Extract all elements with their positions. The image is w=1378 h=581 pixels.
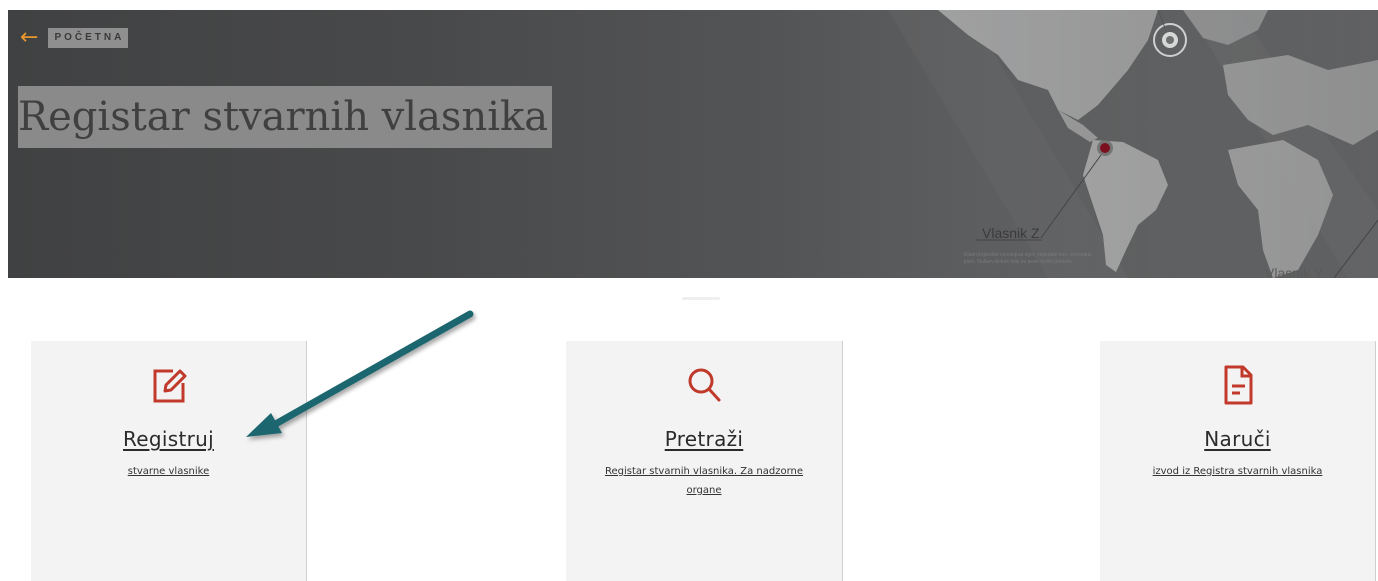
card-title-link[interactable]: Naruči xyxy=(1100,427,1375,451)
hero-banner: ← POČETNA Registar stvarnih vlasnika Vla… xyxy=(8,10,1378,278)
card-pretrazi[interactable]: Pretraži Registar stvarnih vlasnika. Za … xyxy=(566,341,843,581)
card-title-link[interactable]: Registruj xyxy=(31,427,306,451)
card-naruci[interactable]: Naruči izvod iz Registra stvarnih vlasni… xyxy=(1100,341,1376,581)
document-icon xyxy=(1224,365,1252,405)
search-icon xyxy=(688,368,721,402)
map-caption-title: Vlasnik Y xyxy=(1265,265,1324,278)
card-registruj[interactable]: Registruj stvarne vlasnike xyxy=(31,341,307,581)
edit-icon xyxy=(153,369,186,403)
map-caption-text: Etiam imperdiet consequat eget, vulputat… xyxy=(964,252,1092,265)
card-subtitle-link[interactable]: Registar stvarnih vlasnika. Za nadzorne … xyxy=(588,462,820,500)
section-divider xyxy=(682,297,720,300)
back-label: POČETNA xyxy=(48,28,129,48)
page-title: Registar stvarnih vlasnika xyxy=(18,86,553,148)
card-subtitle-link[interactable]: izvod iz Registra stvarnih vlasnika xyxy=(1120,462,1355,481)
back-link-pocetna[interactable]: ← POČETNA xyxy=(20,25,129,50)
map-caption-title: Vlasnik Z xyxy=(982,225,1040,241)
card-title-link[interactable]: Pretraži xyxy=(566,427,842,451)
card-subtitle-link[interactable]: stvarne vlasnike xyxy=(51,462,286,481)
arrow-left-icon: ← xyxy=(20,25,39,50)
